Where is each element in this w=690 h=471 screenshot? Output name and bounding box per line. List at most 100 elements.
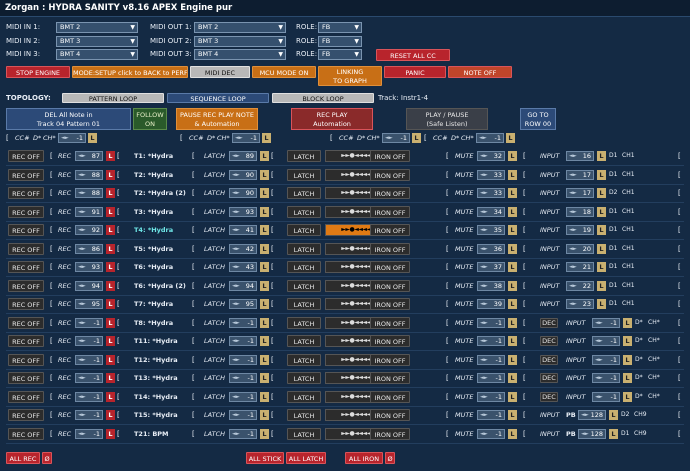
rec-off-button[interactable]: REC OFF <box>8 427 44 440</box>
dec-button[interactable]: DEC <box>540 317 558 328</box>
input-cc-spinner[interactable]: ◄► -1 <box>592 317 620 328</box>
midi-out-2-select[interactable]: BMT 3 ▼ <box>194 35 286 47</box>
all-stick-button[interactable]: ALL STICK <box>246 452 284 464</box>
follow-button[interactable]: FOLLOW ON <box>133 108 167 130</box>
midi-out-3-select[interactable]: BMT 4 ▼ <box>194 49 286 60</box>
midi-in-3-select[interactable]: BMT 4 ▼ <box>56 49 138 60</box>
input-l-button[interactable]: L <box>623 317 632 328</box>
rec-l-button[interactable]: L <box>106 262 115 272</box>
iron-off-button[interactable]: IRON OFF <box>370 353 410 366</box>
all-rec-clear-button[interactable]: Ø <box>42 452 52 464</box>
input-l-button[interactable]: L <box>597 262 606 272</box>
block-loop-button[interactable]: BLOCK LOOP <box>272 93 374 103</box>
input-l-button[interactable]: L <box>597 280 606 291</box>
latch-cc-spinner[interactable]: ◄► -1 <box>229 354 257 365</box>
input-cc-spinner[interactable]: ◄► 19 <box>566 225 594 235</box>
input-cc-spinner[interactable]: ◄► 16 <box>566 151 594 161</box>
input-cc-spinner[interactable]: ◄► -1 <box>592 336 620 346</box>
dec-button[interactable]: DEC <box>540 391 558 402</box>
rec-l-button[interactable]: L <box>106 206 115 217</box>
mute-cc-spinner[interactable]: ◄► -1 <box>477 391 505 402</box>
rec-off-button[interactable]: REC OFF <box>8 224 44 236</box>
dec-button[interactable]: DEC <box>540 373 558 383</box>
input-cc-spinner[interactable]: ◄► -1 <box>592 391 620 402</box>
rec-off-button[interactable]: REC OFF <box>8 409 44 421</box>
iron-off-button[interactable]: IRON OFF <box>370 372 410 384</box>
rec-cc-spinner[interactable]: ◄► 86 <box>75 243 103 254</box>
input-l-button[interactable]: L <box>597 169 606 180</box>
rec-cc-spinner[interactable]: ◄► 91 <box>75 206 103 217</box>
l-button[interactable]: L <box>88 133 97 143</box>
latch-l-button[interactable]: L <box>260 299 269 309</box>
rec-cc-spinner[interactable]: ◄► 88 <box>75 169 103 180</box>
mute-cc-spinner[interactable]: ◄► 39 <box>477 299 505 309</box>
mute-l-button[interactable]: L <box>508 391 517 402</box>
panic-button[interactable]: PANIC <box>384 66 446 78</box>
mute-cc-spinner[interactable]: ◄► -1 <box>477 428 505 439</box>
input-cc-spinner[interactable]: ◄► 128 <box>578 410 606 420</box>
input-cc-spinner[interactable]: ◄► 22 <box>566 280 594 291</box>
pattern-loop-button[interactable]: PATTERN LOOP <box>62 93 164 103</box>
del-all-note-button[interactable]: DEL All Note in Track 04 Pattern 01 <box>6 108 131 130</box>
latch-l-button[interactable]: L <box>260 317 269 328</box>
input-l-button[interactable]: L <box>609 428 618 439</box>
rec-off-button[interactable]: REC OFF <box>8 353 44 366</box>
mcu-mode-button[interactable]: MCU MODE ON <box>252 66 316 78</box>
latch-l-button[interactable]: L <box>260 391 269 402</box>
rec-off-button[interactable]: REC OFF <box>8 372 44 384</box>
input-l-button[interactable]: L <box>597 188 606 198</box>
input-l-button[interactable]: L <box>623 354 632 365</box>
rec-off-button[interactable]: REC OFF <box>8 335 44 347</box>
latch-l-button[interactable]: L <box>260 243 269 254</box>
rec-l-button[interactable]: L <box>106 151 115 161</box>
mute-cc-spinner[interactable]: ◄► 32 <box>477 151 505 161</box>
mute-l-button[interactable]: L <box>508 169 517 180</box>
pause-rec-play-button[interactable]: PAUSE REC PLAY NOTE & Automation <box>176 108 258 130</box>
latch-button[interactable]: LATCH <box>287 168 321 181</box>
mute-l-button[interactable]: L <box>508 410 517 420</box>
l-button[interactable]: L <box>412 133 421 143</box>
rec-l-button[interactable]: L <box>106 299 115 309</box>
latch-cc-spinner[interactable]: ◄► -1 <box>229 373 257 383</box>
rec-cc-spinner[interactable]: ◄► -1 <box>75 336 103 346</box>
input-cc-spinner[interactable]: ◄► 17 <box>566 188 594 198</box>
goto-row-button[interactable]: GO TO ROW 00 <box>520 108 556 130</box>
all-iron-clear-button[interactable]: Ø <box>385 452 395 464</box>
mute-l-button[interactable]: L <box>508 354 517 365</box>
latch-button[interactable]: LATCH <box>287 224 321 236</box>
linking-to-graph-button[interactable]: LINKING TO GRAPH <box>318 66 382 86</box>
latch-l-button[interactable]: L <box>260 373 269 383</box>
input-cc-spinner[interactable]: ◄► 18 <box>566 206 594 217</box>
rec-off-button[interactable]: REC OFF <box>8 150 44 162</box>
note-off-button[interactable]: NOTE OFF <box>448 66 512 78</box>
input-l-button[interactable]: L <box>623 391 632 402</box>
iron-off-button[interactable]: IRON OFF <box>370 242 410 255</box>
mute-l-button[interactable]: L <box>508 317 517 328</box>
rec-off-button[interactable]: REC OFF <box>8 390 44 403</box>
cc-spinner[interactable]: ◄► -1 <box>232 133 260 143</box>
latch-cc-spinner[interactable]: ◄► 94 <box>229 280 257 291</box>
latch-cc-spinner[interactable]: ◄► 89 <box>229 151 257 161</box>
latch-l-button[interactable]: L <box>260 169 269 180</box>
input-cc-spinner[interactable]: ◄► 128 <box>578 428 606 439</box>
latch-button[interactable]: LATCH <box>287 279 321 292</box>
rec-cc-spinner[interactable]: ◄► 88 <box>75 188 103 198</box>
input-l-button[interactable]: L <box>597 151 606 161</box>
latch-cc-spinner[interactable]: ◄► 90 <box>229 169 257 180</box>
mute-cc-spinner[interactable]: ◄► 33 <box>477 169 505 180</box>
l-button[interactable]: L <box>262 133 271 143</box>
rec-cc-spinner[interactable]: ◄► -1 <box>75 428 103 439</box>
rec-l-button[interactable]: L <box>106 317 115 328</box>
rec-l-button[interactable]: L <box>106 243 115 254</box>
rec-l-button[interactable]: L <box>106 169 115 180</box>
iron-off-button[interactable]: IRON OFF <box>370 316 410 329</box>
rec-l-button[interactable]: L <box>106 428 115 439</box>
role-1-select[interactable]: FB ▼ <box>318 22 362 33</box>
rec-l-button[interactable]: L <box>106 391 115 402</box>
input-cc-spinner[interactable]: ◄► 20 <box>566 243 594 254</box>
latch-cc-spinner[interactable]: ◄► -1 <box>229 410 257 420</box>
latch-button[interactable]: LATCH <box>287 390 321 403</box>
rec-play-automation-button[interactable]: REC PLAY Automation <box>291 108 373 130</box>
input-cc-spinner[interactable]: ◄► -1 <box>592 373 620 383</box>
rec-l-button[interactable]: L <box>106 410 115 420</box>
